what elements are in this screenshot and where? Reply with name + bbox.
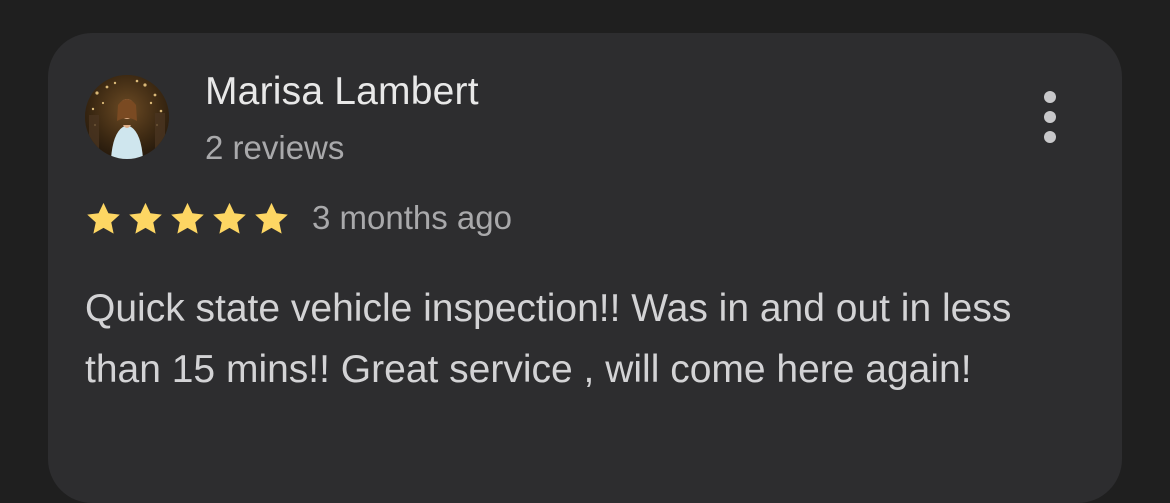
avatar-photo [85,75,169,159]
star-icon [171,202,204,234]
reviewer-name[interactable]: Marisa Lambert [205,70,479,114]
review-count: 2 reviews [205,129,345,166]
star-icon [87,202,120,234]
star-icon [255,202,288,234]
review-text: Quick state vehicle inspection!! Was in … [85,287,1012,391]
more-vert-icon-dot [1044,131,1056,143]
review-time: 3 months ago [312,199,512,236]
star-rating [84,200,291,238]
review-card: Marisa Lambert 2 reviews 3 months ago Qu… [48,33,1122,503]
more-vert-icon-dot [1044,111,1056,123]
star-icon [213,202,246,234]
star-icon [129,202,162,234]
more-vert-icon-dot [1044,91,1056,103]
more-options-button[interactable] [1032,85,1068,149]
reviewer-avatar[interactable] [85,75,169,159]
